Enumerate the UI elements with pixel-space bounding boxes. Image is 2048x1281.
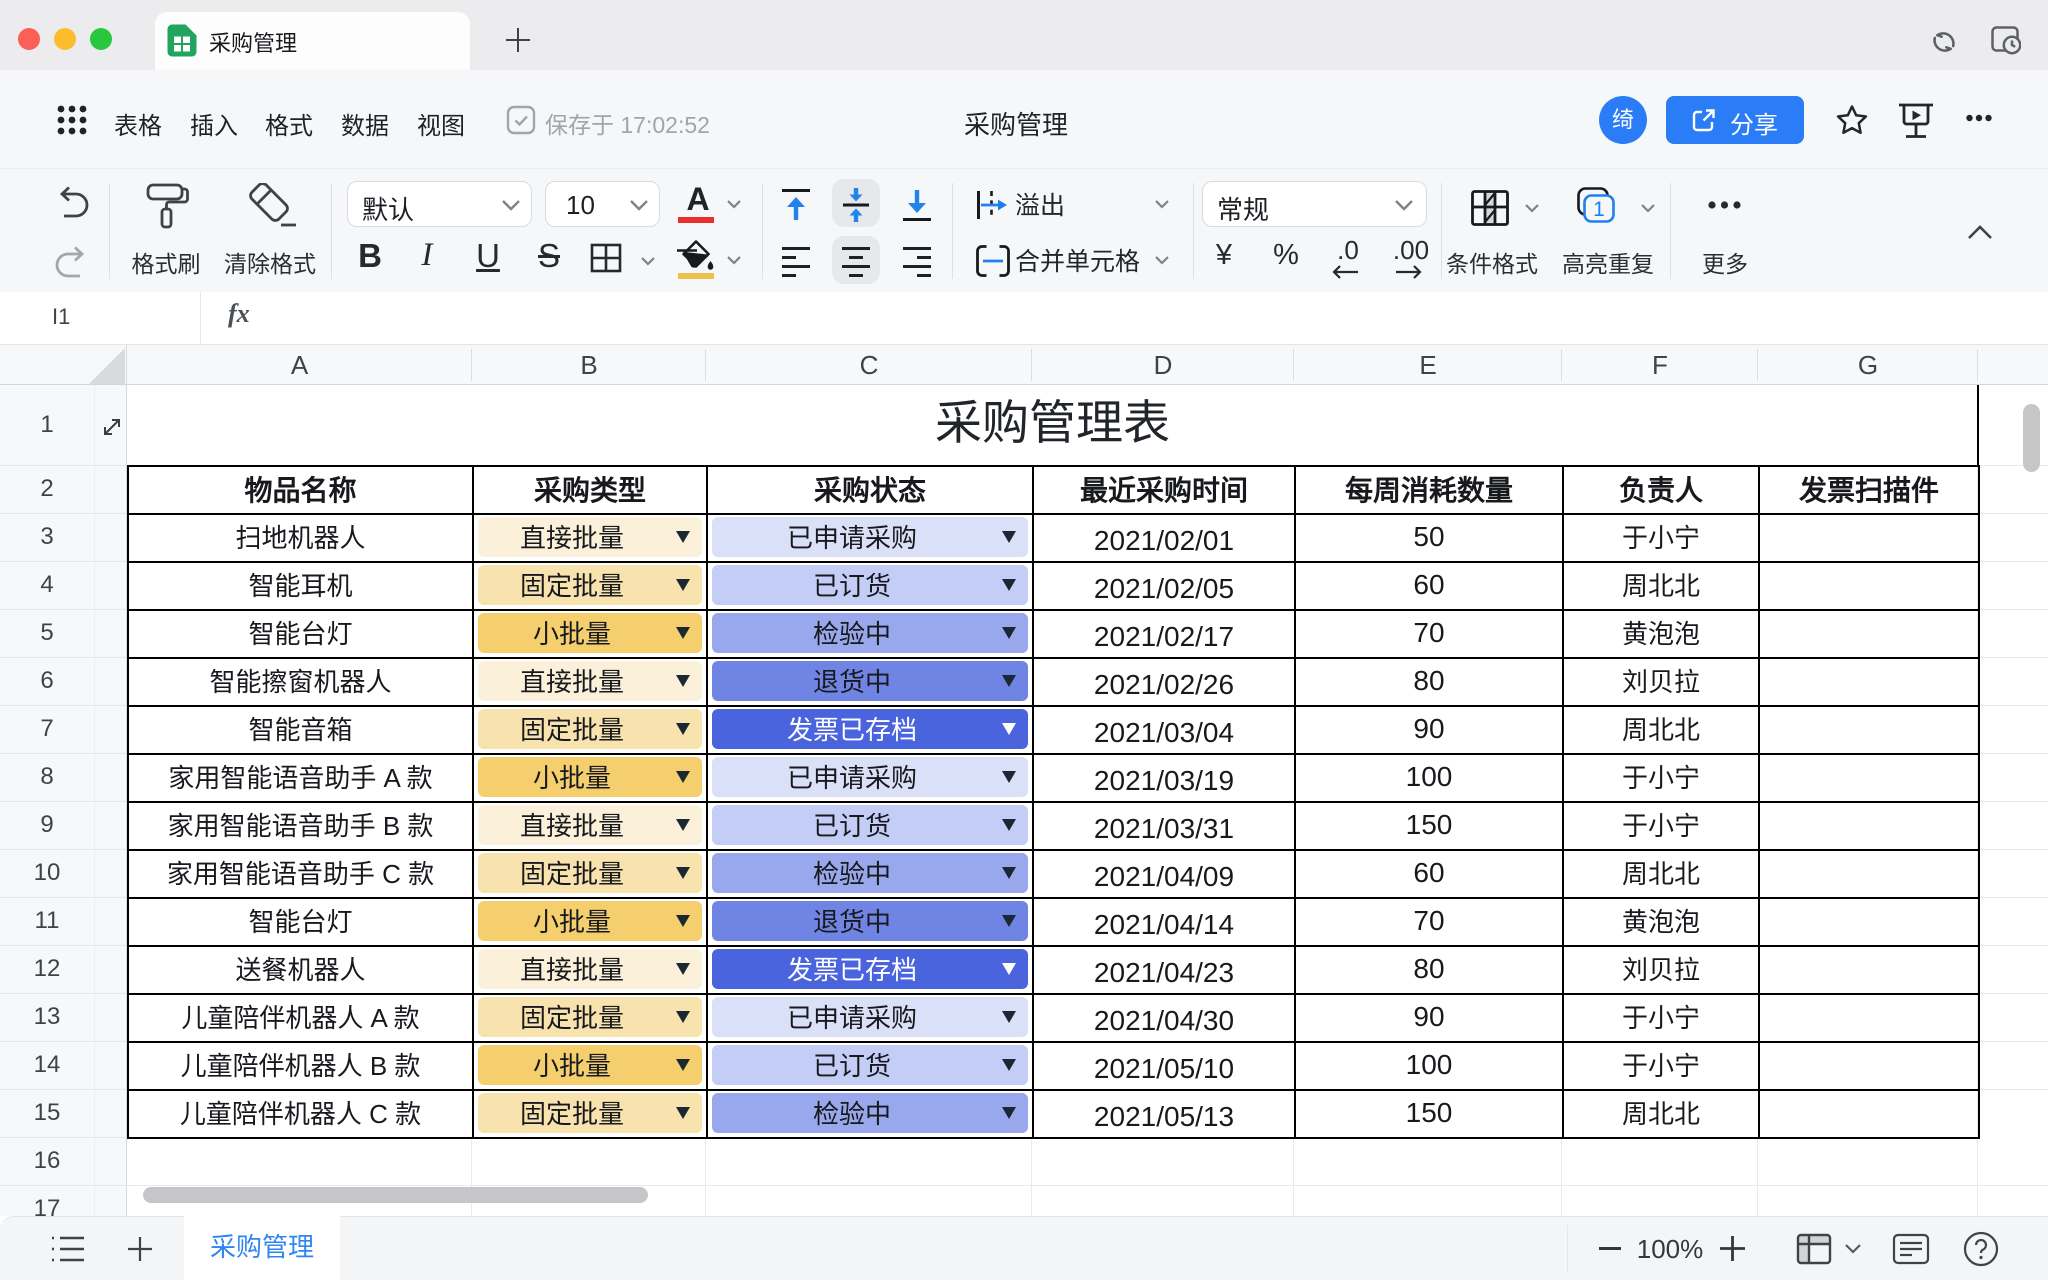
svg-text:1: 1 <box>1593 198 1605 221</box>
